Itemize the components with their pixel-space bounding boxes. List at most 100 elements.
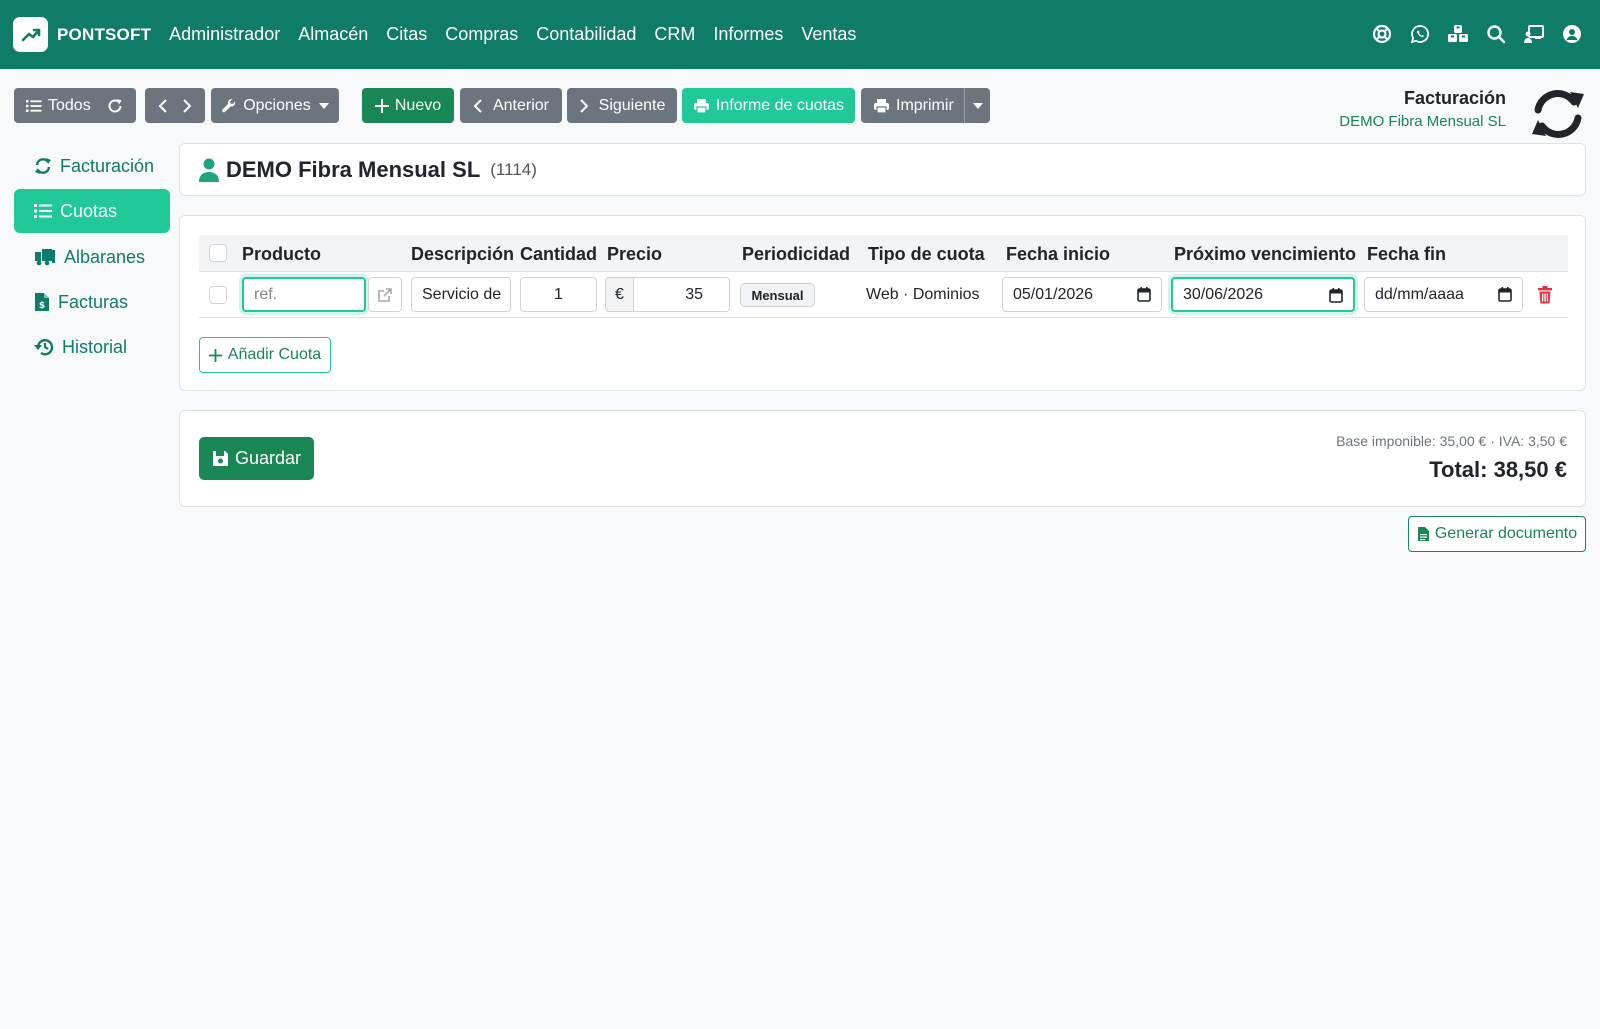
lifebuoy-icon[interactable] (1370, 22, 1394, 46)
svg-text:$: $ (39, 301, 45, 311)
sidebar-item-cuotas[interactable]: Cuotas (14, 189, 170, 233)
whatsapp-icon[interactable] (1408, 22, 1432, 46)
sync-icon (1530, 88, 1586, 140)
select-all-checkbox[interactable] (209, 244, 227, 262)
sidebar-item-label: Facturas (58, 291, 129, 312)
nav-contabilidad[interactable]: Contabilidad (536, 24, 636, 45)
chevron-right-icon[interactable] (182, 98, 192, 114)
client-code: (1114) (490, 159, 537, 179)
print-icon (874, 98, 889, 114)
row-checkbox[interactable] (209, 286, 227, 304)
caret-down-icon (972, 102, 983, 109)
nav-crm[interactable]: CRM (654, 24, 695, 45)
todos-button[interactable]: Todos (14, 88, 136, 123)
nav-citas[interactable]: Citas (386, 24, 427, 45)
chevron-right-icon (579, 98, 589, 113)
client-name: DEMO Fibra Mensual SL (226, 156, 481, 182)
calendar-icon[interactable] (1329, 288, 1343, 303)
producto-input[interactable]: ref. (242, 277, 366, 312)
page-header: Facturación DEMO Fibra Mensual SL (1339, 88, 1506, 130)
siguiente-label: Siguiente (598, 96, 666, 114)
refresh-icon[interactable] (107, 98, 123, 114)
header-producto: Producto (242, 244, 321, 264)
nuevo-button[interactable]: Nuevo (362, 88, 454, 123)
precio-input[interactable]: 35 (633, 277, 730, 312)
nuevo-label: Nuevo (394, 96, 442, 114)
page-title: Facturación (1403, 88, 1506, 108)
tipo-cuota: Web · Dominios (866, 286, 980, 303)
page-subtitle[interactable]: DEMO Fibra Mensual SL (1339, 113, 1506, 130)
chart-line-icon (13, 17, 48, 52)
header-cantidad: Cantidad (520, 244, 598, 264)
opciones-button[interactable]: Opciones (211, 88, 339, 123)
nav-links: Administrador Almacén Citas Compras Cont… (169, 24, 874, 45)
save-button[interactable]: Guardar (199, 437, 314, 480)
sidebar-item-historial[interactable]: Historial (14, 325, 170, 369)
add-cuota-button[interactable]: Añadir Cuota (199, 337, 331, 373)
proximo-vencimiento-value: 30/06/2026 (1183, 285, 1264, 303)
client-card: DEMO Fibra Mensual SL (1114) (179, 143, 1586, 196)
search-icon[interactable] (1484, 22, 1508, 46)
header-fecha-inicio: Fecha inicio (1006, 244, 1111, 264)
chevron-left-icon (473, 98, 482, 113)
opciones-label: Opciones (243, 96, 311, 114)
nav-almacen[interactable]: Almacén (298, 24, 368, 45)
list-icon (26, 99, 42, 112)
cuotas-table-card: Producto Descripción Cantidad Precio Per… (179, 215, 1586, 391)
producto-placeholder: ref. (254, 285, 278, 303)
currency-addon: € (605, 277, 634, 312)
header-periodicidad: Periodicidad (742, 244, 851, 264)
presentation-icon[interactable] (1522, 22, 1546, 46)
periodicidad-badge: Mensual (740, 283, 815, 307)
anterior-label: Anterior (492, 96, 550, 114)
header-tipo-cuota: Tipo de cuota (868, 244, 985, 264)
save-card: Guardar Base imponible: 35,00 € · IVA: 3… (179, 410, 1586, 507)
total-amount: Total: 38,50 € (1429, 457, 1567, 482)
header-descripcion: Descripción (411, 244, 515, 264)
cantidad-input[interactable]: 1 (520, 277, 597, 312)
imprimir-dropdown-toggle[interactable] (964, 88, 990, 123)
brand[interactable]: PONTSOFT (13, 17, 151, 52)
open-product-button[interactable] (368, 277, 402, 312)
external-link-icon (378, 287, 392, 302)
informe-cuotas-button[interactable]: Informe de cuotas (682, 88, 855, 123)
proximo-vencimiento-input[interactable]: 30/06/2026 (1171, 277, 1355, 312)
fecha-fin-input[interactable]: dd/mm/aaaa (1364, 277, 1523, 312)
nav-icons (1356, 22, 1584, 46)
prev-next-group (145, 88, 205, 123)
trash-icon (1538, 286, 1552, 304)
imprimir-label: Imprimir (896, 96, 954, 114)
anterior-button[interactable]: Anterior (460, 88, 562, 123)
informe-cuotas-label: Informe de cuotas (715, 96, 845, 114)
history-icon (34, 339, 54, 356)
brand-name: PONTSOFT (57, 24, 152, 44)
plus-icon (208, 348, 222, 362)
sidebar-item-albaranes[interactable]: Albaranes (14, 235, 170, 279)
nav-informes[interactable]: Informes (713, 24, 783, 45)
sidebar-item-label: Historial (62, 336, 128, 357)
boxes-icon[interactable] (1446, 22, 1470, 46)
calendar-icon[interactable] (1137, 287, 1151, 302)
siguiente-button[interactable]: Siguiente (567, 88, 677, 123)
user-icon (199, 158, 219, 182)
sidebar-item-facturas[interactable]: $ Facturas (14, 280, 170, 324)
header-precio: Precio (607, 244, 663, 264)
nav-compras[interactable]: Compras (445, 24, 518, 45)
user-icon[interactable] (1560, 22, 1584, 46)
calendar-icon[interactable] (1498, 287, 1512, 302)
save-label: Guardar (234, 448, 302, 468)
sidebar-item-facturacion[interactable]: Facturación (14, 144, 170, 188)
plus-icon (374, 98, 389, 113)
chevron-left-icon[interactable] (158, 98, 168, 114)
descripcion-input[interactable]: Servicio de (411, 277, 511, 312)
generate-document-button[interactable]: Generar documento (1408, 516, 1586, 552)
nav-administrador[interactable]: Administrador (169, 24, 280, 45)
print-icon (693, 98, 709, 114)
imprimir-button[interactable]: Imprimir (861, 88, 990, 123)
header-proximo-vencimiento: Próximo vencimiento (1174, 244, 1357, 264)
nav-ventas[interactable]: Ventas (801, 24, 856, 45)
sidebar-item-label: Cuotas (60, 200, 118, 221)
todos-label: Todos (48, 96, 91, 114)
delete-row-button[interactable] (1537, 286, 1553, 304)
fecha-inicio-input[interactable]: 05/01/2026 (1002, 277, 1162, 312)
